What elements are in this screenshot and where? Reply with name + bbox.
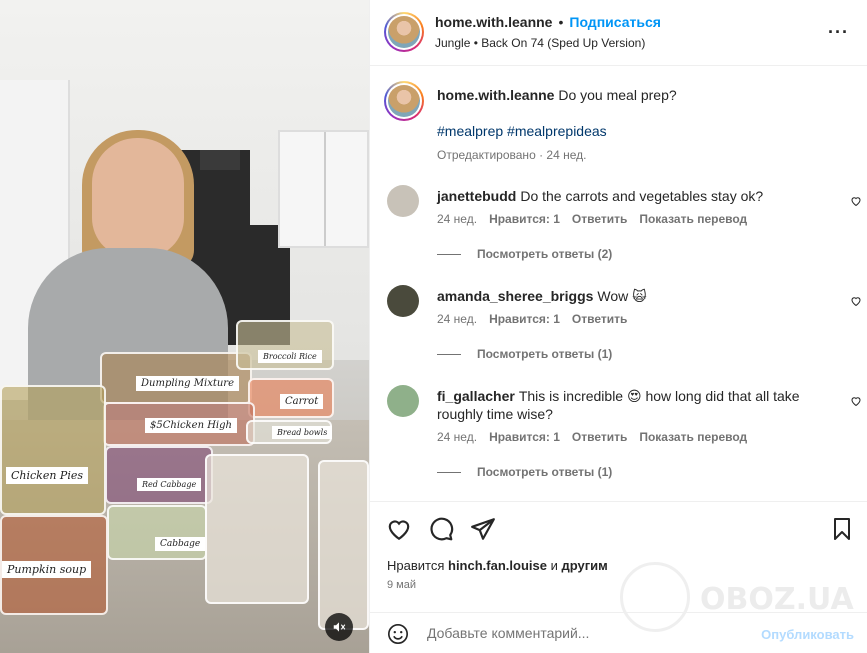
container-label: Broccoli Rice <box>258 350 322 363</box>
translate-button[interactable]: Показать перевод <box>639 212 747 226</box>
container-bread-stack <box>205 454 309 604</box>
edited-label: Отредактировано · 24 нед. <box>437 148 587 162</box>
commenter-avatar[interactable] <box>387 385 419 417</box>
share-icon[interactable] <box>470 516 496 542</box>
container-label: Carrot <box>280 394 324 409</box>
likes-summary: Нравится hinch.fan.louise и другим <box>387 558 608 573</box>
comment-time: 24 нед. <box>437 212 478 226</box>
view-replies[interactable]: Посмотреть ответы (1) <box>437 347 612 361</box>
post-date[interactable]: 9 май <box>387 579 416 591</box>
container-right-stack <box>318 460 369 630</box>
post-comment-button[interactable]: Опубликовать <box>761 627 854 642</box>
reply-button[interactable]: Ответить <box>572 212 627 226</box>
container-chicken-pies: Chicken Pies <box>0 385 106 515</box>
container-red-cabbage: Red Cabbage <box>105 446 213 504</box>
container-label: Chicken Pies <box>6 467 89 484</box>
author-username[interactable]: home.with.leanne <box>435 14 552 30</box>
comment-text: Do the carrots and vegetables stay ok? <box>520 188 764 204</box>
view-replies-label[interactable]: Посмотреть ответы (2) <box>477 247 612 261</box>
comment-username[interactable]: fi_gallacher <box>437 388 515 404</box>
container-label: Pumpkin soup <box>2 561 92 578</box>
comment-username[interactable]: janettebudd <box>437 188 516 204</box>
commenter-avatar[interactable] <box>387 285 419 317</box>
comment-username[interactable]: amanda_sheree_briggs <box>437 288 593 304</box>
separator-dot: • <box>558 14 564 30</box>
comment-meta: 24 нед. Нравится: 1 Ответить <box>437 312 627 326</box>
caption-avatar[interactable] <box>384 81 424 121</box>
comment-likes[interactable]: Нравится: 1 <box>489 430 560 444</box>
view-replies-label[interactable]: Посмотреть ответы (1) <box>477 347 612 361</box>
muted-speaker-icon[interactable] <box>325 613 353 641</box>
comment-like-heart-icon[interactable] <box>850 195 862 207</box>
view-replies-label[interactable]: Посмотреть ответы (1) <box>477 465 612 479</box>
comment-item: amanda_sheree_briggs Wow 🙀 24 нед. Нравит… <box>387 285 862 365</box>
container-label: $5Chicken High <box>145 418 237 433</box>
caption-text: Do you meal prep? <box>558 87 677 103</box>
likes-and: и <box>550 558 558 573</box>
follow-button[interactable]: Подписаться <box>569 14 661 30</box>
bookmark-icon[interactable] <box>830 516 854 542</box>
more-options-icon[interactable]: ··· <box>828 22 849 43</box>
caption: home.with.leanne Do you meal prep? <box>437 87 677 103</box>
post-media[interactable]: Dumpling Mixture Broccoli Rice Carrot $5… <box>0 0 369 653</box>
comment-item: janettebudd Do the carrots and vegetables… <box>387 185 862 265</box>
author-line: home.with.leanne • Подписаться <box>435 14 661 30</box>
container-broccoli-rice: Broccoli Rice <box>236 320 334 370</box>
comment-input[interactable] <box>427 625 747 641</box>
container-label: Dumpling Mixture <box>136 376 239 391</box>
wall-cabinet <box>278 130 369 248</box>
comment-like-heart-icon[interactable] <box>850 295 862 307</box>
post-sidebar: home.with.leanne • Подписаться Jungle • Ba… <box>369 0 867 653</box>
comment-text: Wow 🙀 <box>597 288 647 304</box>
action-icons <box>386 516 496 542</box>
comment-likes[interactable]: Нравится: 1 <box>489 312 560 326</box>
container-bread: Bread bowls <box>246 420 333 444</box>
comment-like-heart-icon[interactable] <box>850 395 862 407</box>
person-face <box>92 138 184 258</box>
view-replies[interactable]: Посмотреть ответы (2) <box>437 247 612 261</box>
audio-track[interactable]: Jungle • Back On 74 (Sped Up Version) <box>435 36 645 50</box>
comment-likes[interactable]: Нравится: 1 <box>489 212 560 226</box>
container-chicken: $5Chicken High <box>103 402 255 446</box>
likes-user[interactable]: hinch.fan.louise <box>448 558 547 573</box>
commenter-avatar[interactable] <box>387 185 419 217</box>
comment-meta: 24 нед. Нравится: 1 Ответить Показать пе… <box>437 212 747 226</box>
container-label: Red Cabbage <box>137 478 202 491</box>
emoji-icon[interactable] <box>387 623 409 645</box>
comment-meta: 24 нед. Нравится: 1 Ответить Показать пе… <box>437 430 747 444</box>
reply-button[interactable]: Ответить <box>572 312 627 326</box>
container-cabbage: Cabbage <box>107 505 207 560</box>
translate-button[interactable]: Показать перевод <box>639 430 747 444</box>
container-label: Bread bowls <box>272 426 333 439</box>
post-actions: OBOZ.UA Нравится hinch.fan.louise и друг… <box>370 501 867 653</box>
view-replies[interactable]: Посмотреть ответы (1) <box>437 465 612 479</box>
container-pumpkin-soup: Pumpkin soup <box>0 515 108 615</box>
comment-body: fi_gallacher This is incredible 😍 how lon… <box>437 387 822 423</box>
author-avatar[interactable] <box>384 12 424 52</box>
add-comment-bar: Опубликовать <box>370 612 867 653</box>
heart-icon[interactable] <box>386 516 412 542</box>
container-label: Cabbage <box>155 537 206 551</box>
caption-hashtags[interactable]: #mealprep #mealprepideas <box>437 123 607 139</box>
post-header: home.with.leanne • Подписаться Jungle • Ba… <box>370 0 867 66</box>
comment-time: 24 нед. <box>437 430 478 444</box>
likes-prefix: Нравится <box>387 558 445 573</box>
container-dumpling: Dumpling Mixture <box>100 352 252 404</box>
range-hood-top <box>200 150 240 170</box>
caption-username[interactable]: home.with.leanne <box>437 87 554 103</box>
comment-body: janettebudd Do the carrots and vegetables… <box>437 187 822 205</box>
comment-icon[interactable] <box>428 516 454 542</box>
comment-time: 24 нед. <box>437 312 478 326</box>
reply-button[interactable]: Ответить <box>572 430 627 444</box>
container-carrot: Carrot <box>248 378 334 418</box>
likes-others[interactable]: другим <box>561 558 607 573</box>
comment-item: fi_gallacher This is incredible 😍 how lon… <box>387 385 862 485</box>
comment-body: amanda_sheree_briggs Wow 🙀 <box>437 287 822 305</box>
